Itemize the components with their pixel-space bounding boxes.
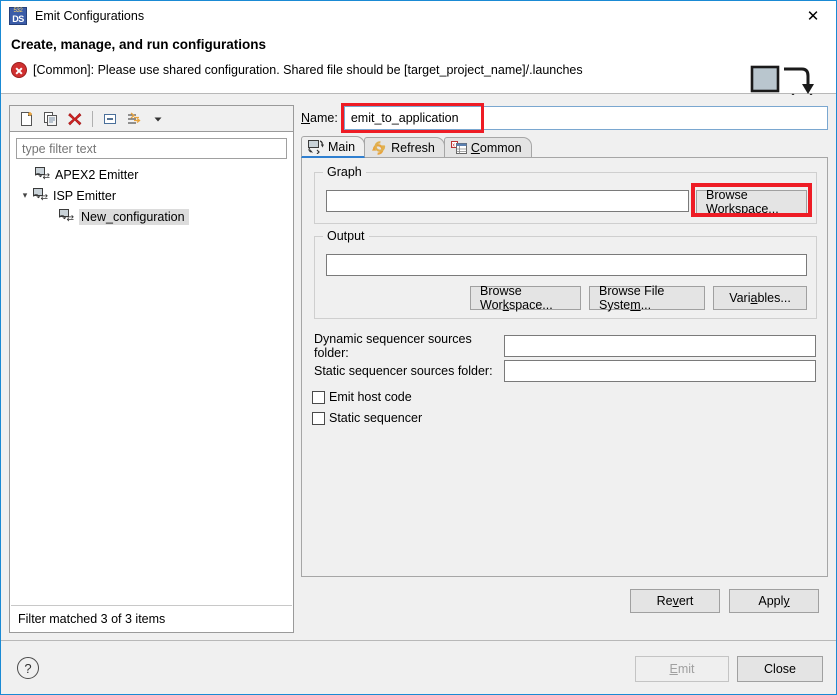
tab-label: Refresh — [391, 141, 435, 155]
page-title: Create, manage, and run configurations — [11, 37, 267, 52]
configuration-editor-panel: Name: emit_to_application Main Refresh x… — [301, 103, 828, 633]
tab-label: Main — [328, 139, 356, 154]
static-sequencer-row: Static sequencer sources folder: — [314, 360, 817, 382]
delete-configuration-icon[interactable] — [63, 108, 87, 130]
refresh-icon — [371, 141, 387, 155]
filter-input[interactable] — [16, 138, 287, 159]
static-sequencer-checkbox-row[interactable]: Static sequencer — [312, 411, 422, 425]
tab-common[interactable]: x Common — [443, 137, 532, 158]
duplicate-configuration-icon[interactable] — [39, 108, 63, 130]
button-label: Browse File System... — [599, 284, 665, 312]
title-bar: 532 DS Emit Configurations ✕ — [1, 1, 836, 31]
configurations-tree-panel: ↷⇄ APEX2 Emitter ▾ ↷⇄ ISP Emitter ↷⇄ New… — [9, 105, 294, 633]
common-tab-icon: x — [450, 141, 467, 155]
graph-group-label: Graph — [323, 165, 366, 179]
app-icon-bottom-text: DS — [12, 14, 24, 24]
button-label: Revert — [656, 594, 694, 608]
static-sequencer-input[interactable] — [504, 360, 816, 382]
output-group: Output Browse Workspace... Browse File S… — [314, 229, 817, 319]
tab-main[interactable]: Main — [301, 136, 366, 158]
tree-item-new-configuration[interactable]: ↷⇄ New_configuration — [11, 206, 292, 227]
graph-group: Graph Browse Workspace... — [314, 165, 817, 224]
tab-refresh[interactable]: Refresh — [364, 137, 445, 158]
emit-button[interactable]: Emit — [635, 656, 729, 682]
name-row: Name: — [301, 103, 828, 133]
button-label: Emit — [669, 662, 695, 676]
static-sequencer-label: Static sequencer sources folder: — [314, 364, 493, 378]
dynamic-sequencer-label: Dynamic sequencer sources folder: — [314, 332, 472, 360]
output-group-label: Output — [323, 229, 369, 243]
tree-item-label: New_configuration — [79, 208, 189, 225]
dialog-header: Create, manage, and run configurations [… — [1, 31, 836, 117]
output-browse-workspace-button[interactable]: Browse Workspace... — [470, 284, 581, 312]
help-icon[interactable]: ? — [17, 657, 39, 679]
launch-config-type-icon: ↷⇄ — [33, 188, 49, 203]
main-tab-panel: Graph Browse Workspace... Output Browse … — [301, 157, 828, 577]
name-label: Name: — [301, 111, 338, 125]
expand-chevron-icon[interactable]: ▾ — [17, 191, 33, 201]
new-configuration-icon[interactable] — [15, 108, 39, 130]
configurations-tree[interactable]: ↷⇄ APEX2 Emitter ▾ ↷⇄ ISP Emitter ↷⇄ New… — [11, 164, 292, 604]
tree-item-apex2-emitter[interactable]: ↷⇄ APEX2 Emitter — [11, 164, 292, 185]
emit-configurations-dialog: 532 DS Emit Configurations ✕ Create, man… — [0, 0, 837, 695]
emit-host-code-checkbox-row[interactable]: Emit host code — [312, 390, 412, 404]
filter-icon[interactable] — [122, 108, 146, 130]
filter-status-text: Filter matched 3 of 3 items — [11, 605, 292, 631]
window-title: Emit Configurations — [35, 9, 145, 23]
error-message-row: [Common]: Please use shared configuratio… — [11, 62, 583, 78]
error-icon — [11, 62, 27, 78]
collapse-all-icon[interactable] — [98, 108, 122, 130]
error-message-text: [Common]: Please use shared configuratio… — [33, 63, 583, 77]
tree-item-label: ISP Emitter — [53, 188, 116, 203]
static-sequencer-label: Static sequencer — [329, 411, 423, 425]
button-label: Apply — [758, 594, 790, 608]
toolbar-separator — [92, 110, 93, 127]
tree-item-isp-emitter[interactable]: ▾ ↷⇄ ISP Emitter — [11, 185, 292, 206]
launch-config-type-icon: ↷⇄ — [35, 167, 51, 182]
revert-button[interactable]: Revert — [630, 589, 720, 613]
close-button[interactable]: Close — [737, 656, 823, 682]
launch-config-icon — [308, 139, 324, 154]
static-sequencer-checkbox[interactable] — [312, 411, 325, 425]
emit-host-code-checkbox[interactable] — [312, 390, 325, 404]
output-input[interactable] — [326, 254, 807, 276]
graph-input[interactable] — [326, 190, 689, 212]
chevron-down-icon[interactable] — [146, 108, 170, 130]
button-label: Variables... — [729, 291, 791, 305]
dialog-body: ↷⇄ APEX2 Emitter ▾ ↷⇄ ISP Emitter ↷⇄ New… — [1, 95, 836, 640]
tree-toolbar — [10, 106, 293, 132]
tab-label: Common — [470, 141, 522, 155]
dynamic-sequencer-input[interactable] — [504, 335, 816, 357]
output-browse-file-system-button[interactable]: Browse File System... — [589, 284, 705, 312]
tree-item-label: APEX2 Emitter — [55, 167, 139, 182]
apply-button[interactable]: Apply — [729, 589, 819, 613]
close-window-button[interactable]: ✕ — [790, 1, 836, 31]
dynamic-sequencer-row: Dynamic sequencer sources folder: — [314, 332, 817, 360]
emit-configurations-icon: 532 DS — [9, 7, 27, 25]
button-label: Browse Workspace... — [480, 284, 553, 312]
configuration-name-input[interactable] — [343, 106, 828, 130]
output-variables-button[interactable]: Variables... — [713, 286, 807, 310]
dialog-footer: ? Emit Close — [1, 640, 836, 694]
tab-bar: Main Refresh x Common — [301, 136, 828, 158]
emit-host-code-label: Emit host code — [329, 390, 412, 404]
launch-config-icon: ↷⇄ — [59, 209, 75, 224]
browse-workspace-highlight-box — [691, 183, 812, 217]
